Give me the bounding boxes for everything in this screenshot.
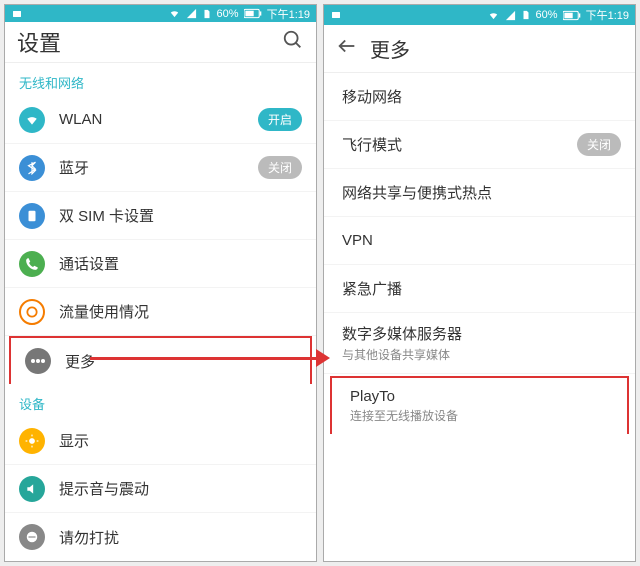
section-wireless: 无线和网络 <box>5 63 316 96</box>
row-display[interactable]: 显示 <box>5 417 316 465</box>
label: 飞行模式 <box>342 134 563 155</box>
row-vpn[interactable]: VPN <box>324 217 635 265</box>
back-icon[interactable] <box>336 35 358 62</box>
sim-icon <box>521 9 531 21</box>
phone-icon <box>19 251 45 277</box>
settings-screen: 60% 下午1:19 设置 无线和网络 WLAN 开启 <box>4 4 317 562</box>
sublabel: 连接至无线播放设备 <box>350 407 613 424</box>
header: 更多 <box>324 25 635 73</box>
row-mobile-network[interactable]: 移动网络 <box>324 73 635 121</box>
sublabel: 与其他设备共享媒体 <box>342 346 621 363</box>
row-dms[interactable]: 数字多媒体服务器 与其他设备共享媒体 <box>324 313 635 374</box>
label: 通话设置 <box>59 253 302 274</box>
battery-pct: 60% <box>217 8 239 20</box>
bluetooth-icon <box>19 155 45 181</box>
row-playto[interactable]: PlayTo 连接至无线播放设备 <box>330 376 629 434</box>
sim-icon <box>19 203 45 229</box>
label: WLAN <box>59 111 244 128</box>
signal-icon <box>186 8 197 19</box>
screenshot-icon <box>11 8 23 20</box>
row-call[interactable]: 通话设置 <box>5 240 316 288</box>
row-broadcast[interactable]: 紧急广播 <box>324 265 635 313</box>
sound-icon <box>19 476 45 502</box>
row-airplane[interactable]: 飞行模式 关闭 <box>324 121 635 169</box>
label: 紧急广播 <box>342 278 621 299</box>
label: 移动网络 <box>342 86 621 107</box>
label: 双 SIM 卡设置 <box>59 205 302 226</box>
label: 提示音与震动 <box>59 478 302 499</box>
battery-icon <box>244 8 262 19</box>
row-sim[interactable]: 双 SIM 卡设置 <box>5 192 316 240</box>
page-title: 设置 <box>17 26 61 58</box>
label: 流量使用情况 <box>59 301 302 322</box>
page-title: 更多 <box>370 34 410 63</box>
wifi-icon <box>19 107 45 133</box>
label: 数字多媒体服务器 <box>342 323 621 344</box>
wifi-icon <box>487 10 500 21</box>
header: 设置 <box>5 22 316 63</box>
label: 更多 <box>65 351 296 372</box>
display-icon <box>19 428 45 454</box>
section-device: 设备 <box>5 384 316 417</box>
clock: 下午1:19 <box>586 7 629 23</box>
wlan-toggle[interactable]: 开启 <box>258 108 302 131</box>
bt-toggle[interactable]: 关闭 <box>258 156 302 179</box>
status-bar: 60% 下午1:19 <box>324 5 635 25</box>
more-icon <box>25 348 51 374</box>
label: 请勿打扰 <box>59 527 302 548</box>
battery-pct: 60% <box>536 9 558 21</box>
more-screen: 60% 下午1:19 更多 移动网络 飞行模式 关闭 网络共享与便携式热点 <box>323 4 636 562</box>
row-tethering[interactable]: 网络共享与便携式热点 <box>324 169 635 217</box>
airplane-toggle[interactable]: 关闭 <box>577 133 621 156</box>
status-bar: 60% 下午1:19 <box>5 5 316 22</box>
row-bluetooth[interactable]: 蓝牙 关闭 <box>5 144 316 192</box>
screenshot-icon <box>330 9 342 21</box>
wifi-icon <box>168 8 181 19</box>
battery-icon <box>563 10 581 21</box>
label: 显示 <box>59 430 302 451</box>
label: 蓝牙 <box>59 157 244 178</box>
dnd-icon <box>19 524 45 550</box>
row-data[interactable]: 流量使用情况 <box>5 288 316 336</box>
label: 网络共享与便携式热点 <box>342 182 621 203</box>
row-dnd[interactable]: 请勿打扰 <box>5 513 316 561</box>
search-icon[interactable] <box>282 29 304 56</box>
signal-icon <box>505 10 516 21</box>
row-wlan[interactable]: WLAN 开启 <box>5 96 316 144</box>
sim-icon <box>202 8 212 20</box>
label: PlayTo <box>350 388 613 405</box>
label: VPN <box>342 232 621 249</box>
clock: 下午1:19 <box>267 6 310 22</box>
row-more[interactable]: 更多 <box>9 336 312 384</box>
row-sound[interactable]: 提示音与震动 <box>5 465 316 513</box>
data-icon <box>19 299 45 325</box>
